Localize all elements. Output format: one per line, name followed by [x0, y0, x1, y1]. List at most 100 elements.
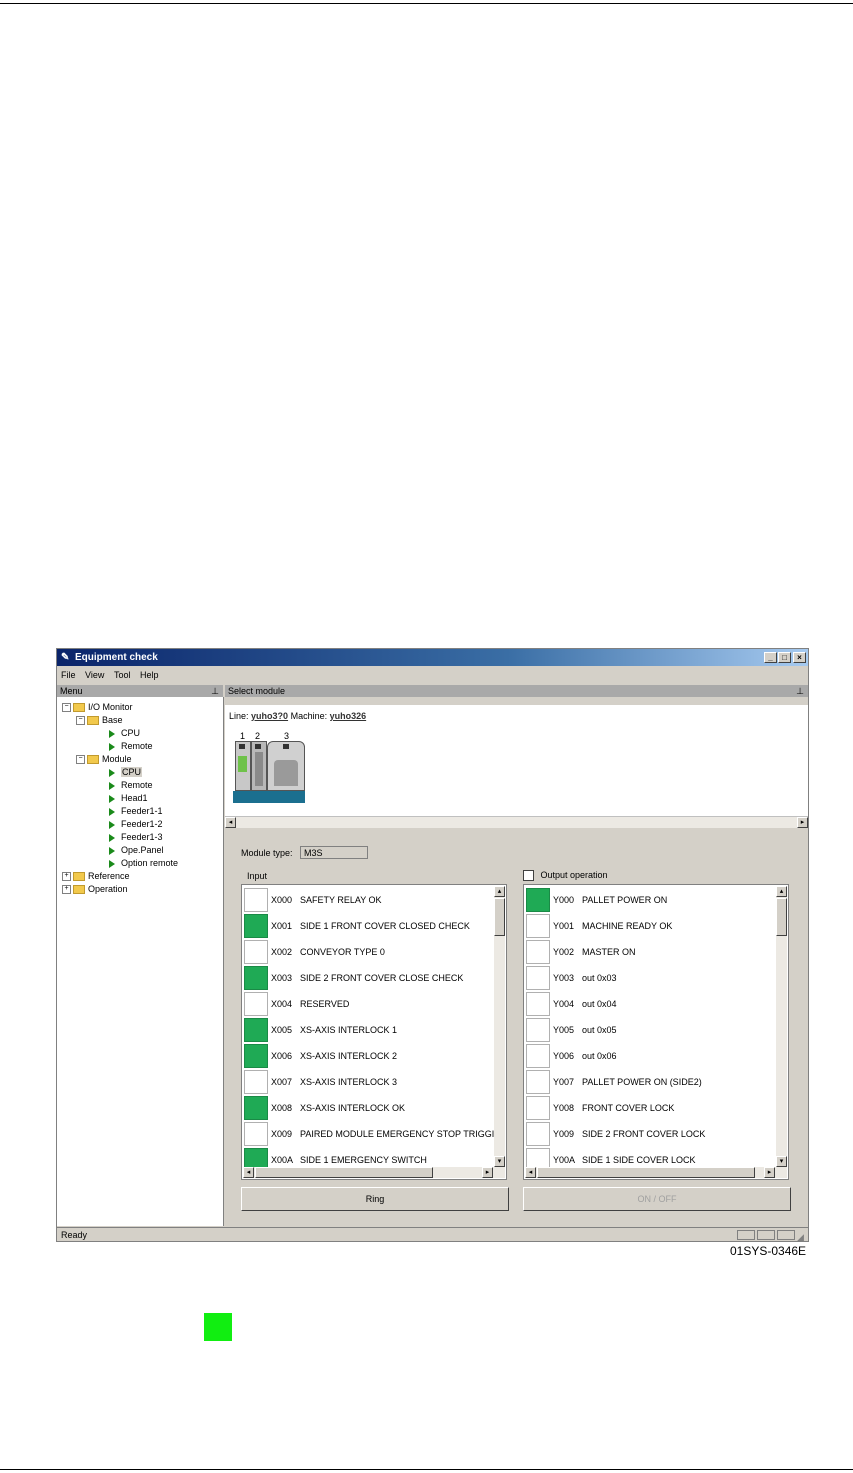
status-indicator[interactable] — [244, 1044, 268, 1068]
status-indicator[interactable] — [526, 1070, 550, 1094]
tree-reference[interactable]: + Reference — [62, 870, 130, 883]
title-bar[interactable]: ✎ Equipment check _ □ × — [57, 649, 808, 666]
input-hscroll-thumb[interactable] — [255, 1167, 433, 1178]
status-indicator[interactable] — [244, 888, 268, 912]
input-row[interactable]: X002 CONVEYOR TYPE 0 — [244, 939, 492, 964]
input-row[interactable]: X003 SIDE 2 FRONT COVER CLOSE CHECK — [244, 965, 492, 990]
input-horizontal-scrollbar[interactable]: ◂ ▸ — [243, 1167, 505, 1178]
output-row[interactable]: Y007 PALLET POWER ON (SIDE2) — [526, 1069, 774, 1094]
scroll-right-icon[interactable]: ▸ — [797, 817, 808, 828]
output-vertical-scrollbar[interactable]: ▴ ▾ — [776, 886, 787, 1167]
scroll-up-icon[interactable]: ▴ — [494, 886, 505, 897]
output-operation-checkbox-row[interactable]: Output operation — [523, 870, 608, 882]
scroll-right-icon[interactable]: ▸ — [764, 1167, 775, 1178]
menu-help[interactable]: Help — [140, 667, 159, 683]
tree-operation[interactable]: + Operation — [62, 883, 128, 896]
collapse-icon[interactable]: − — [62, 703, 71, 713]
module-horizontal-scrollbar[interactable]: ◂ ▸ — [225, 816, 808, 828]
module-1-graphic[interactable] — [235, 741, 251, 791]
input-row[interactable]: X008 XS-AXIS INTERLOCK OK — [244, 1095, 492, 1120]
output-hscroll-thumb[interactable] — [537, 1167, 755, 1178]
tree-head1[interactable]: Head1 — [109, 792, 148, 805]
output-row[interactable]: Y008 FRONT COVER LOCK — [526, 1095, 774, 1120]
menu-view[interactable]: View — [85, 667, 104, 683]
output-list[interactable]: Y000 PALLET POWER ON Y001 MACHINE READY OK Y… — [523, 884, 789, 1180]
status-indicator[interactable] — [526, 1122, 550, 1146]
collapse-icon[interactable]: − — [76, 716, 85, 726]
output-row[interactable]: Y005 out 0x05 — [526, 1017, 774, 1042]
machine-value[interactable]: yuho326 — [330, 711, 367, 721]
close-button[interactable]: × — [793, 652, 806, 663]
tree-base-remote[interactable]: Remote — [109, 740, 153, 753]
ring-button[interactable]: Ring — [241, 1187, 509, 1211]
status-indicator[interactable] — [526, 914, 550, 938]
output-row[interactable]: Y006 out 0x06 — [526, 1043, 774, 1068]
tree-option-remote[interactable]: Option remote — [109, 857, 178, 870]
status-indicator[interactable] — [244, 966, 268, 990]
input-list[interactable]: X000 SAFETY RELAY OK X001 SIDE 1 FRONT COVE… — [241, 884, 507, 1180]
input-vertical-scrollbar[interactable]: ▴ ▾ — [494, 886, 505, 1167]
minimize-button[interactable]: _ — [764, 652, 777, 663]
status-indicator[interactable] — [526, 1018, 550, 1042]
input-row[interactable]: X005 XS-AXIS INTERLOCK 1 — [244, 1017, 492, 1042]
input-row[interactable]: X006 XS-AXIS INTERLOCK 2 — [244, 1043, 492, 1068]
status-indicator[interactable] — [526, 1044, 550, 1068]
scroll-down-icon[interactable]: ▾ — [494, 1156, 505, 1167]
status-indicator[interactable] — [244, 1096, 268, 1120]
maximize-button[interactable]: □ — [778, 652, 791, 663]
scroll-left-icon[interactable]: ◂ — [243, 1167, 254, 1178]
scroll-up-icon[interactable]: ▴ — [776, 886, 787, 897]
status-indicator[interactable] — [244, 1122, 268, 1146]
status-indicator[interactable] — [244, 1018, 268, 1042]
output-scroll-thumb[interactable] — [776, 898, 787, 936]
tree-module[interactable]: − Module — [76, 753, 132, 766]
status-indicator[interactable] — [244, 1070, 268, 1094]
output-horizontal-scrollbar[interactable]: ◂ ▸ — [525, 1167, 787, 1178]
output-row[interactable]: Y009 SIDE 2 FRONT COVER LOCK — [526, 1121, 774, 1146]
input-row[interactable]: X007 XS-AXIS INTERLOCK 3 — [244, 1069, 492, 1094]
line-value[interactable]: yuho3?0 — [251, 711, 288, 721]
on-off-button[interactable]: ON / OFF — [523, 1187, 791, 1211]
expand-icon[interactable]: + — [62, 872, 71, 882]
input-row[interactable]: X004 RESERVED — [244, 991, 492, 1016]
scroll-left-icon[interactable]: ◂ — [225, 817, 236, 828]
output-row[interactable]: Y003 out 0x03 — [526, 965, 774, 990]
pin-icon[interactable]: ⊥ — [211, 685, 219, 697]
output-row[interactable]: Y002 MASTER ON — [526, 939, 774, 964]
tree-ope-panel[interactable]: Ope.Panel — [109, 844, 164, 857]
module-2-graphic[interactable] — [251, 741, 267, 791]
scroll-down-icon[interactable]: ▾ — [776, 1156, 787, 1167]
status-indicator[interactable] — [244, 992, 268, 1016]
scroll-left-icon[interactable]: ◂ — [525, 1167, 536, 1178]
tree-module-remote[interactable]: Remote — [109, 779, 153, 792]
machine-diagram[interactable] — [233, 741, 305, 803]
status-indicator[interactable] — [244, 940, 268, 964]
collapse-icon[interactable]: − — [76, 755, 85, 765]
tree-module-cpu[interactable]: CPU — [109, 766, 143, 779]
tree-feeder1-3[interactable]: Feeder1-3 — [109, 831, 163, 844]
output-row[interactable]: Y004 out 0x04 — [526, 991, 774, 1016]
tree-base[interactable]: − Base — [76, 714, 123, 727]
status-indicator[interactable] — [526, 940, 550, 964]
module-3-graphic[interactable] — [267, 741, 305, 791]
input-row[interactable]: X001 SIDE 1 FRONT COVER CLOSED CHECK — [244, 913, 492, 938]
status-indicator[interactable] — [244, 914, 268, 938]
status-indicator[interactable] — [526, 966, 550, 990]
output-row[interactable]: Y000 PALLET POWER ON — [526, 887, 774, 912]
menu-tool[interactable]: Tool — [114, 667, 131, 683]
tree-feeder1-2[interactable]: Feeder1-2 — [109, 818, 163, 831]
menu-file[interactable]: File — [61, 667, 76, 683]
tree-feeder1-1[interactable]: Feeder1-1 — [109, 805, 163, 818]
resize-grip-icon[interactable]: ◢ — [797, 1230, 804, 1244]
scroll-right-icon[interactable]: ▸ — [482, 1167, 493, 1178]
input-row[interactable]: X000 SAFETY RELAY OK — [244, 887, 492, 912]
pin-icon[interactable]: ⊥ — [796, 685, 804, 697]
status-indicator[interactable] — [526, 888, 550, 912]
output-operation-checkbox[interactable] — [523, 870, 534, 882]
input-row[interactable]: X009 PAIRED MODULE EMERGENCY STOP TRIGGI — [244, 1121, 494, 1146]
status-indicator[interactable] — [526, 992, 550, 1016]
expand-icon[interactable]: + — [62, 885, 71, 895]
tree-io-monitor[interactable]: − I/O Monitor — [62, 701, 133, 714]
output-row[interactable]: Y001 MACHINE READY OK — [526, 913, 774, 938]
tree-base-cpu[interactable]: CPU — [109, 727, 140, 740]
